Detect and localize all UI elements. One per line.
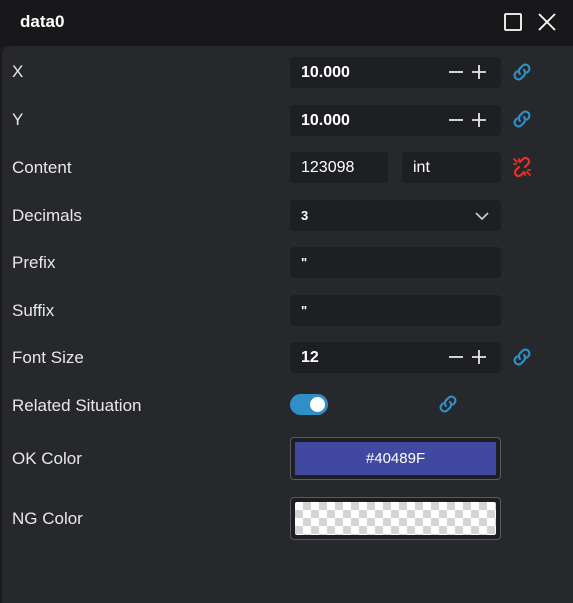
content-type-value[interactable]: int — [413, 152, 430, 183]
link-icon[interactable] — [510, 345, 534, 369]
content-type-select[interactable]: int — [402, 152, 501, 183]
related-situation-label: Related Situation — [12, 396, 142, 415]
ng-color-swatch-transparent[interactable] — [295, 502, 496, 535]
y-value[interactable]: 10.000 — [301, 105, 350, 136]
suffix-label: Suffix — [12, 301, 55, 320]
y-label: Y — [12, 110, 24, 129]
maximize-icon[interactable] — [502, 11, 524, 33]
content-label: Content — [12, 158, 72, 177]
x-label: X — [12, 62, 24, 81]
suffix-value[interactable]: " — [301, 295, 307, 326]
chevron-down-icon[interactable] — [475, 209, 489, 223]
plus-icon[interactable] — [470, 63, 488, 81]
unlink-icon[interactable] — [510, 155, 534, 179]
font-size-stepper[interactable]: 12 — [290, 342, 501, 373]
title-bar: data0 — [0, 0, 573, 46]
ng-color-label: NG Color — [12, 509, 83, 528]
x-stepper[interactable]: 10.000 — [290, 57, 501, 88]
decimals-value[interactable]: 3 — [301, 200, 308, 231]
minus-icon[interactable] — [447, 63, 465, 81]
ok-color-label: OK Color — [12, 449, 82, 468]
content-value[interactable]: 123098 — [301, 152, 354, 183]
link-icon[interactable] — [510, 60, 534, 84]
minus-icon[interactable] — [447, 348, 465, 366]
font-size-value[interactable]: 12 — [301, 342, 319, 373]
minus-icon[interactable] — [447, 111, 465, 129]
suffix-input[interactable]: " — [290, 295, 501, 326]
plus-icon[interactable] — [470, 348, 488, 366]
y-stepper[interactable]: 10.000 — [290, 105, 501, 136]
link-icon[interactable] — [436, 392, 460, 416]
content-input[interactable]: 123098 — [290, 152, 388, 183]
plus-icon[interactable] — [470, 111, 488, 129]
ok-color-swatch[interactable]: #40489F — [295, 442, 496, 475]
ok-color-value: #40489F — [365, 450, 426, 467]
prefix-value[interactable]: " — [301, 247, 307, 278]
related-situation-toggle[interactable] — [290, 394, 328, 415]
ng-color-picker[interactable] — [290, 497, 501, 540]
close-icon[interactable] — [536, 11, 558, 33]
font-size-label: Font Size — [12, 348, 84, 367]
prefix-input[interactable]: " — [290, 247, 501, 278]
decimals-label: Decimals — [12, 206, 82, 225]
decimals-select[interactable]: 3 — [290, 200, 501, 231]
toggle-knob — [310, 397, 325, 412]
ok-color-picker[interactable]: #40489F — [290, 437, 501, 480]
link-icon[interactable] — [510, 107, 534, 131]
window-title: data0 — [20, 12, 65, 31]
prefix-label: Prefix — [12, 253, 56, 272]
x-value[interactable]: 10.000 — [301, 57, 350, 88]
